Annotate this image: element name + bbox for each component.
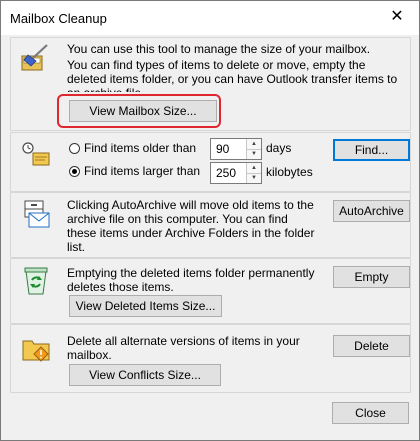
close-window-icon[interactable]: ✕ xyxy=(387,7,407,27)
mailbox-size-section: You can use this tool to manage the size… xyxy=(10,37,411,131)
close-button[interactable]: Close xyxy=(332,402,409,424)
broom-mailbox-icon xyxy=(21,44,48,71)
larger-than-value: 250 xyxy=(216,166,237,180)
conflicts-section: Delete all alternate versions of items i… xyxy=(10,324,411,393)
autoarchive-section: Clicking AutoArchive will move old items… xyxy=(10,192,411,258)
title-bar: Mailbox Cleanup ✕ xyxy=(1,1,419,35)
find-items-icon xyxy=(22,142,50,166)
dialog-title: Mailbox Cleanup xyxy=(10,11,107,26)
archive-icon xyxy=(24,200,50,228)
larger-than-label: Find items larger than xyxy=(84,164,201,178)
larger-than-radio[interactable] xyxy=(69,166,80,177)
empty-button[interactable]: Empty xyxy=(333,266,410,288)
view-deleted-items-size-button[interactable]: View Deleted Items Size... xyxy=(69,295,222,317)
spin-down-icon[interactable]: ▼ xyxy=(247,149,261,159)
view-mailbox-size-button[interactable]: View Mailbox Size... xyxy=(69,100,217,122)
delete-button[interactable]: Delete xyxy=(333,335,410,357)
conflicts-folder-icon xyxy=(22,340,50,362)
older-than-value: 90 xyxy=(216,142,230,156)
spin-down-icon[interactable]: ▼ xyxy=(247,173,261,183)
mailbox-cleanup-dialog: Mailbox Cleanup ✕ You can use this tool … xyxy=(0,0,420,441)
mailbox-intro-text: You can use this tool to manage the size… xyxy=(67,42,371,56)
autoarchive-button[interactable]: AutoArchive xyxy=(333,200,410,222)
larger-than-stepper[interactable]: 250 ▲ ▼ xyxy=(210,162,262,184)
older-than-label: Find items older than xyxy=(84,141,197,155)
older-than-stepper[interactable]: 90 ▲ ▼ xyxy=(210,138,262,160)
older-than-radio[interactable] xyxy=(69,143,80,154)
find-items-section: Find items older than 90 ▲ ▼ days Find i… xyxy=(10,132,411,192)
mailbox-description-text: You can find types of items to delete or… xyxy=(67,58,398,92)
recycle-bin-icon xyxy=(24,267,48,295)
older-than-unit: days xyxy=(266,141,292,155)
older-than-spin-arrows[interactable]: ▲ ▼ xyxy=(246,139,261,159)
deleted-items-description: Emptying the deleted items folder perman… xyxy=(67,266,315,294)
find-button[interactable]: Find... xyxy=(333,139,410,161)
larger-than-spin-arrows[interactable]: ▲ ▼ xyxy=(246,163,261,183)
autoarchive-description: Clicking AutoArchive will move old items… xyxy=(67,198,315,254)
conflicts-description: Delete all alternate versions of items i… xyxy=(67,334,300,362)
larger-than-unit: kilobytes xyxy=(266,165,313,179)
deleted-items-section: Emptying the deleted items folder perman… xyxy=(10,258,411,324)
view-conflicts-size-button[interactable]: View Conflicts Size... xyxy=(69,364,221,386)
